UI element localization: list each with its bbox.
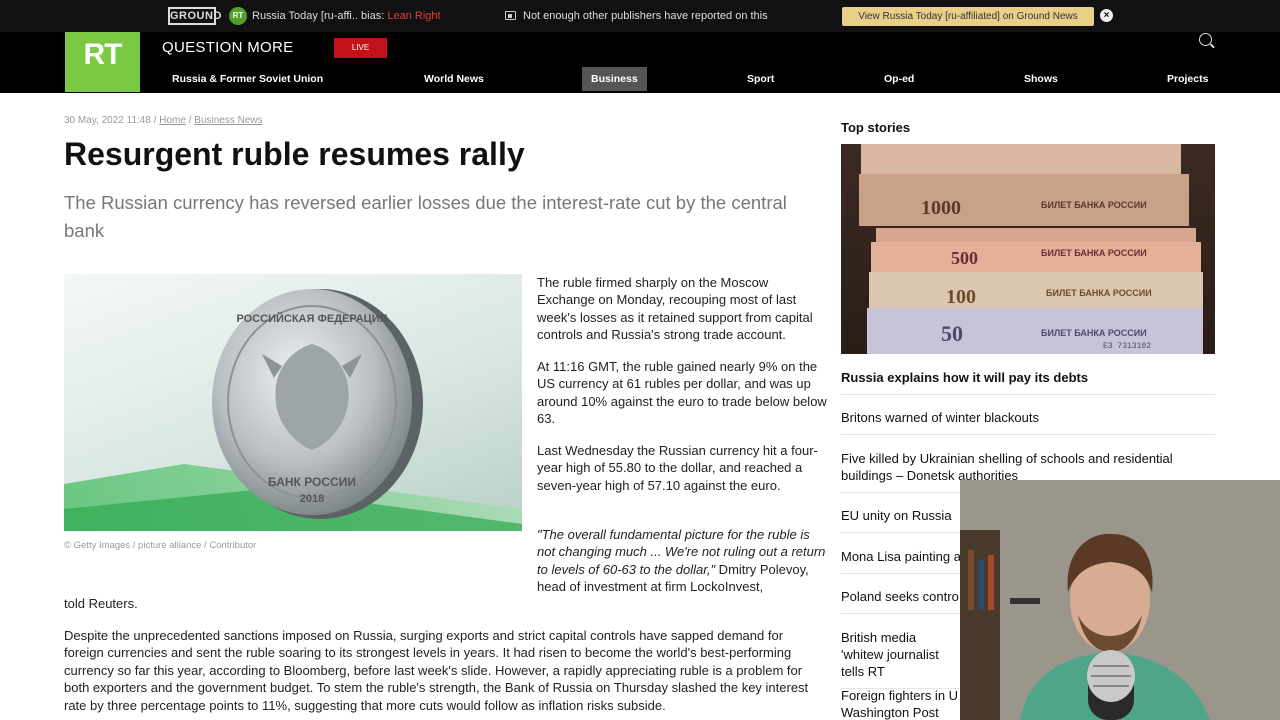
live-button[interactable]: LIVE xyxy=(334,38,387,58)
banknote-label-50: БИЛЕТ БАНКА РОССИИ xyxy=(1041,328,1147,338)
paragraph-3: Last Wednesday the Russian currency hit … xyxy=(537,443,818,493)
banknote-label-100: БИЛЕТ БАНКА РОССИИ xyxy=(1046,288,1152,298)
breadcrumb-business-news[interactable]: Business News xyxy=(194,115,262,126)
paragraph-2: At 11:16 GMT, the ruble gained nearly 9%… xyxy=(537,359,827,427)
banknote-500: 500 xyxy=(951,248,978,268)
nav-world-news[interactable]: World News xyxy=(415,67,493,91)
publish-date: 30 May, 2022 11:48 xyxy=(64,115,151,126)
nav-projects[interactable]: Projects xyxy=(1158,67,1217,91)
banknote-1000: 1000 xyxy=(921,197,961,219)
source-logo-icon: RT xyxy=(229,7,247,25)
rt-logo[interactable]: RT xyxy=(65,32,140,92)
breadcrumb-home[interactable]: Home xyxy=(159,115,186,126)
article-meta: 30 May, 2022 11:48 / Home / Business New… xyxy=(64,115,263,126)
nav-op-ed[interactable]: Op-ed xyxy=(875,67,923,91)
article-subtitle: The Russian currency has reversed earlie… xyxy=(64,192,787,241)
story-link[interactable]: Foreign fighters in U Washington Post xyxy=(841,687,959,720)
message-icon xyxy=(505,11,516,20)
close-icon[interactable]: × xyxy=(1100,9,1113,22)
coin-year: 2018 xyxy=(300,493,324,505)
image-caption: © Getty Images / picture alliance / Cont… xyxy=(64,540,257,551)
nav-sport[interactable]: Sport xyxy=(738,67,783,91)
banknote-100: 100 xyxy=(946,286,976,308)
view-on-ground-news-button[interactable]: View Russia Today [ru-affiliated] on Gro… xyxy=(842,7,1094,26)
paragraph-4: "The overall fundamental picture for the… xyxy=(537,526,827,596)
site-slogan: QUESTION MORE xyxy=(162,39,294,56)
story-link[interactable]: British media 'whitew journalist tells R… xyxy=(841,629,959,689)
nav-shows[interactable]: Shows xyxy=(1015,67,1067,91)
top-stories-heading: Top stories xyxy=(841,120,911,135)
webcam-overlay xyxy=(960,480,1280,720)
paragraph-5: Despite the unprecedented sanctions impo… xyxy=(64,628,809,713)
breadcrumb-separator: / xyxy=(153,115,157,126)
site-header: RT QUESTION MORE LIVE Russia & Former So… xyxy=(0,32,1280,93)
ground-news-logo[interactable]: GROUND xyxy=(168,7,221,25)
search-icon[interactable] xyxy=(1199,33,1212,46)
paragraph-4-end: told Reuters. xyxy=(64,596,138,611)
article-title: Resurgent ruble resumes rally xyxy=(64,136,525,172)
paragraph-1: The ruble firmed sharply on the Moscow E… xyxy=(537,275,813,343)
nav-business[interactable]: Business xyxy=(582,67,647,91)
source-bias-label: Russia Today [ru-affi.. bias: Lean Right xyxy=(252,10,441,22)
banknotes-illustration: 1000 БИЛЕТ БАНКА РОССИИ 500 БИЛЕТ БАНКА … xyxy=(859,144,1203,354)
ruble-coin-illustration: РОССИЙСКАЯ ФЕДЕРАЦИЯ БАНК РОССИИ 2018 xyxy=(64,289,522,531)
breadcrumb-separator: / xyxy=(188,115,192,126)
banknote-label-500: БИЛЕТ БАНКА РОССИИ xyxy=(1041,248,1147,258)
coin-text-bottom: БАНК РОССИИ xyxy=(268,475,356,489)
webcam-person xyxy=(960,480,1280,720)
coin-text-top: РОССИЙСКАЯ ФЕДЕРАЦИЯ xyxy=(236,312,387,325)
banknote-50: 50 xyxy=(941,321,963,346)
coverage-message: Not enough other publishers have reporte… xyxy=(523,10,768,22)
source-name: Russia Today [ru-affi.. bias: xyxy=(252,10,385,22)
ground-news-bar: GROUND RT Russia Today [ru-affi.. bias: … xyxy=(0,0,1280,32)
banknote-serial: ЕЗ 7313102 xyxy=(1103,342,1151,351)
top-story-image[interactable]: 1000 БИЛЕТ БАНКА РОССИИ 500 БИЛЕТ БАНКА … xyxy=(841,144,1215,354)
article-image: РОССИЙСКАЯ ФЕДЕРАЦИЯ БАНК РОССИИ 2018 xyxy=(64,274,522,531)
bias-label: Lean Right xyxy=(387,10,441,22)
banknote-label-1000: БИЛЕТ БАНКА РОССИИ xyxy=(1041,200,1147,210)
nav-russia-former-soviet-union[interactable]: Russia & Former Soviet Union xyxy=(163,67,332,91)
story-link[interactable]: Britons warned of winter blackouts xyxy=(841,409,1215,435)
top-story-headline[interactable]: Russia explains how it will pay its debt… xyxy=(841,369,1215,395)
